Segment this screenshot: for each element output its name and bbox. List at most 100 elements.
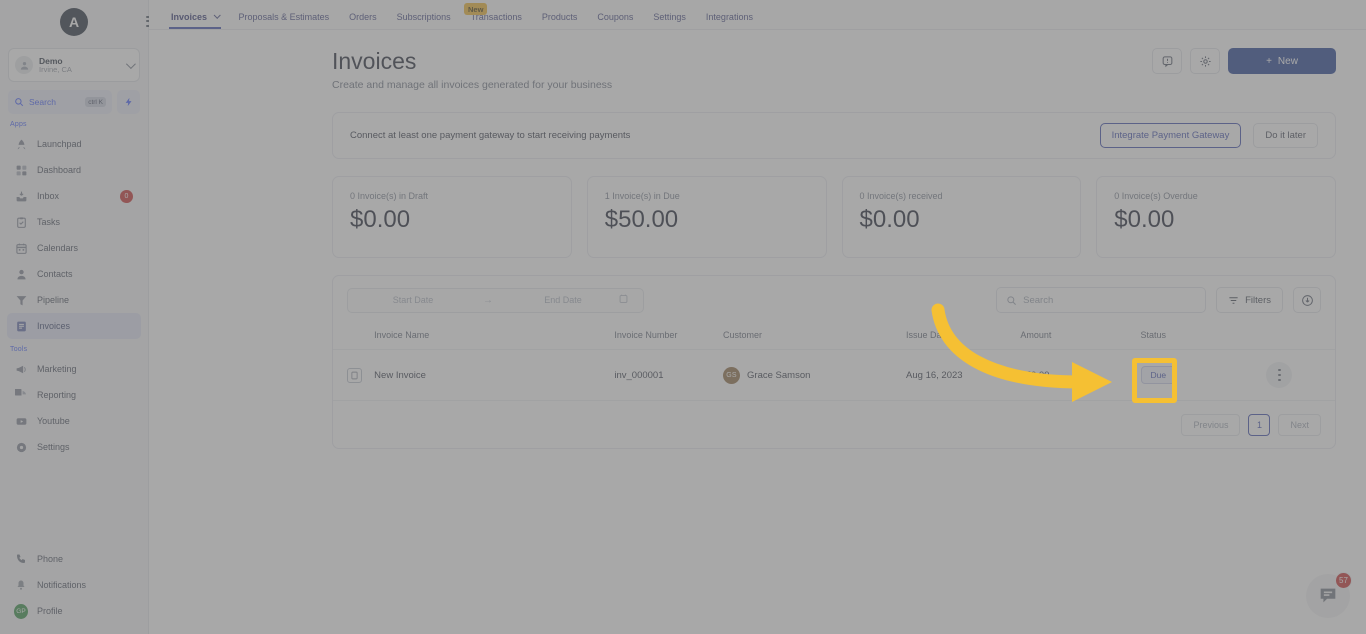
sidebar-item-youtube[interactable]: Youtube [7, 408, 141, 434]
user-icon [14, 267, 28, 281]
stat-value: $0.00 [1114, 206, 1175, 233]
payment-gateway-banner: Connect at least one payment gateway to … [332, 112, 1336, 159]
quick-actions-button[interactable] [117, 90, 140, 114]
customer-name: Grace Samson [747, 369, 811, 381]
tab-orders[interactable]: Orders [339, 12, 387, 29]
account-switcher[interactable]: Demo Irvine, CA [8, 48, 140, 82]
tab-integrations[interactable]: Integrations [696, 12, 763, 29]
sidebar-item-tasks[interactable]: Tasks [7, 209, 141, 235]
sidebar-item-label: Notifications [37, 580, 87, 590]
page-header: Invoices Create and manage all invoices … [149, 30, 1366, 91]
export-download-button[interactable] [1293, 287, 1321, 313]
sidebar-item-dashboard[interactable]: Dashboard [7, 157, 141, 183]
kebab-menu-icon[interactable] [1266, 362, 1293, 388]
sidebar-item-inbox[interactable]: Inbox 0 [7, 183, 141, 209]
column-header-amount[interactable]: Amount [1020, 324, 1141, 350]
next-page-button[interactable]: Next [1278, 413, 1321, 436]
cell-invoice-number: inv_000001 [614, 349, 724, 401]
column-header-status[interactable]: Status [1140, 324, 1267, 350]
pie-chart-icon [14, 388, 28, 402]
download-icon [1301, 294, 1313, 306]
stat-label: 0 Invoice(s) received [859, 191, 943, 201]
gear-icon [1199, 55, 1211, 67]
chevron-down-icon [213, 11, 221, 19]
column-header-invoice-name[interactable]: Invoice Name [374, 324, 615, 350]
sidebar-item-reporting[interactable]: Reporting [7, 382, 141, 408]
sidebar-group-label-apps: Apps [10, 121, 27, 128]
sidebar-nav-tools: Marketing Reporting Youtube Settings [0, 356, 148, 460]
cell-actions [1266, 349, 1335, 401]
cell-customer: GS Grace Samson [723, 349, 907, 401]
sidebar-item-settings[interactable]: Settings [7, 434, 141, 460]
invoices-table: Invoice Name Invoice Number Customer Iss… [333, 324, 1335, 401]
sidebar-item-label: Tasks [37, 217, 61, 227]
sidebar: A Demo Irvine, CA Search ctrl K Apps Lau… [0, 0, 160, 634]
column-header-customer[interactable]: Customer [723, 324, 907, 350]
sidebar-item-label: Youtube [37, 416, 70, 426]
search-icon [1007, 295, 1017, 305]
chat-bubble-icon [1320, 588, 1336, 603]
new-invoice-button[interactable]: + New [1228, 48, 1336, 74]
sidebar-item-calendars[interactable]: Calendars [7, 235, 141, 261]
logo-area: A [0, 0, 160, 44]
column-header-invoice-number[interactable]: Invoice Number [614, 324, 724, 350]
page-number-1[interactable]: 1 [1248, 413, 1271, 436]
sidebar-item-contacts[interactable]: Contacts [7, 261, 141, 287]
plus-icon: + [1266, 55, 1272, 67]
tab-invoices[interactable]: Invoices [161, 11, 229, 29]
calendar-icon [618, 291, 629, 309]
start-date-input[interactable]: Start Date [358, 295, 468, 305]
end-date-input[interactable]: End Date [508, 295, 618, 305]
invoice-icon [14, 319, 28, 333]
tab-coupons[interactable]: Coupons [587, 12, 643, 29]
tab-settings[interactable]: Settings [643, 12, 696, 29]
table-search-input[interactable]: Search [996, 287, 1207, 313]
header-actions: + New [1152, 48, 1336, 74]
search-input[interactable]: Search ctrl K [8, 90, 112, 114]
calendar-icon [14, 241, 28, 255]
page-settings-button[interactable] [1190, 48, 1220, 74]
row-checkbox[interactable] [347, 367, 362, 383]
table-row[interactable]: New Invoice inv_000001 GS Grace Samson A… [333, 349, 1335, 401]
tab-products[interactable]: Products [532, 12, 588, 29]
date-range-picker[interactable]: Start Date → End Date [347, 287, 644, 313]
chat-feedback-icon [1162, 55, 1172, 67]
document-icon [351, 371, 358, 379]
customer-avatar: GS [723, 366, 741, 384]
cell-status: Due [1140, 349, 1267, 401]
sidebar-item-invoices[interactable]: Invoices [7, 313, 141, 339]
tab-label: Products [541, 12, 578, 22]
chat-widget-button[interactable]: 57 [1306, 572, 1352, 618]
previous-page-button[interactable]: Previous [1181, 413, 1241, 436]
video-icon [14, 414, 28, 428]
sidebar-item-phone[interactable]: Phone [7, 546, 141, 572]
sidebar-item-notifications[interactable]: Notifications [7, 572, 141, 598]
feedback-button[interactable] [1152, 48, 1182, 74]
column-header-actions [1266, 324, 1335, 350]
stat-value: $0.00 [350, 206, 411, 233]
stats-row: 0 Invoice(s) in Draft $0.00 1 Invoice(s)… [332, 176, 1336, 258]
stat-value: $50.00 [604, 206, 679, 233]
invoices-table-card: Start Date → End Date Search Filters Inv… [332, 275, 1336, 449]
sidebar-item-label: Dashboard [37, 165, 82, 175]
sidebar-item-label: Reporting [37, 390, 77, 400]
do-it-later-button[interactable]: Do it later [1253, 123, 1318, 148]
cell-invoice-name[interactable]: New Invoice [374, 349, 615, 401]
top-navigation: Invoices Proposals & Estimates Orders Su… [149, 0, 1366, 30]
filters-button[interactable]: Filters [1216, 287, 1283, 313]
avatar: GP [14, 603, 28, 619]
search-label: Search [29, 97, 56, 107]
select-all-header [333, 324, 375, 350]
column-header-issue-date[interactable]: Issue Date [906, 324, 1021, 350]
inbox-icon [14, 189, 28, 203]
sidebar-search-row: Search ctrl K [8, 90, 140, 114]
sidebar-item-marketing[interactable]: Marketing [7, 356, 141, 382]
tab-proposals-estimates[interactable]: Proposals & Estimates [229, 12, 340, 29]
tab-subscriptions[interactable]: Subscriptions [387, 12, 461, 29]
sidebar-bottom: Phone Notifications GP Profile [0, 546, 148, 634]
sidebar-item-launchpad[interactable]: Launchpad [7, 131, 141, 157]
funnel-icon [14, 293, 28, 307]
integrate-payment-gateway-button[interactable]: Integrate Payment Gateway [1099, 123, 1242, 148]
sidebar-item-profile[interactable]: GP Profile [7, 598, 141, 624]
sidebar-item-pipeline[interactable]: Pipeline [7, 287, 141, 313]
